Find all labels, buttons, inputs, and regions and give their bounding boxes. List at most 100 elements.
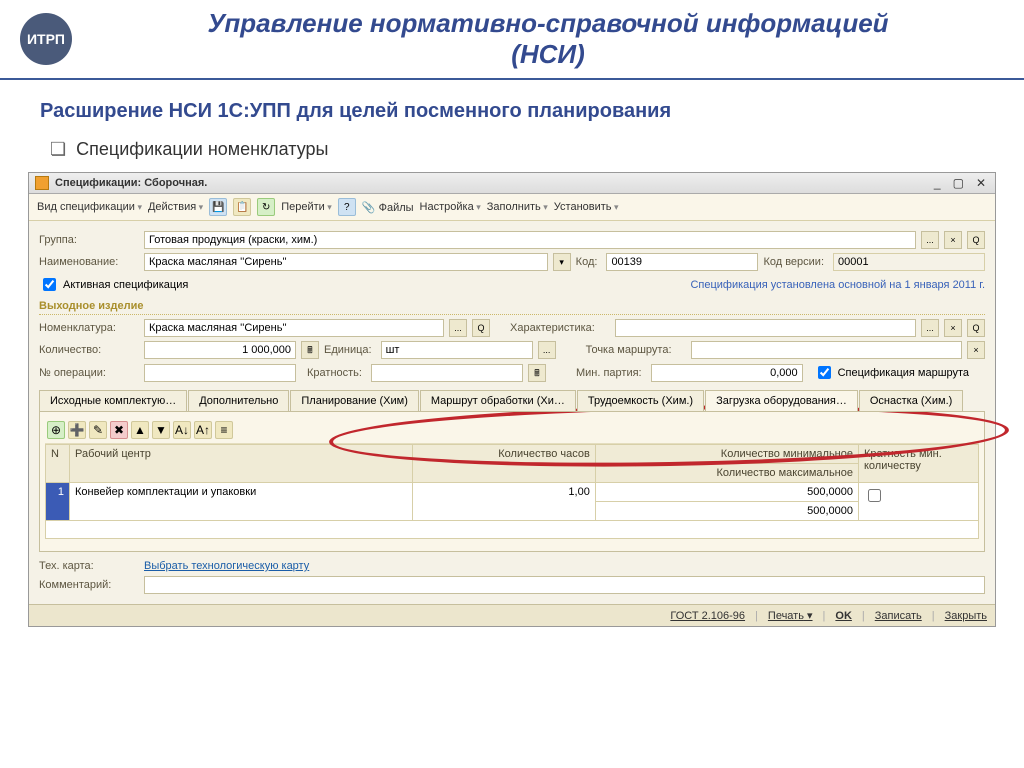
group-field[interactable] [144,231,916,249]
name-dd-button[interactable]: ▾ [553,253,571,271]
actions-menu[interactable]: Действия [148,201,203,213]
statusbar: ГОСТ 2.106-96 | Печать ▾ | OK | Записать… [29,604,995,626]
logo-icon: ИТРП [20,13,72,65]
multiplicity-field[interactable] [371,364,523,382]
spec-route-checkbox[interactable]: Спецификация маршрута [814,363,969,382]
tab-source-components[interactable]: Исходные комплектую… [39,390,187,411]
route-point-field[interactable] [691,341,962,359]
nomenclature-select-button[interactable]: ... [449,319,467,337]
characteristic-label: Характеристика: [510,322,610,334]
cell-max-qty: 500,0000 [595,502,858,521]
cell-n: 1 [46,483,70,521]
unit-select-button[interactable]: ... [538,341,556,359]
characteristic-clear-button[interactable]: × [944,319,962,337]
tab-panel: ⊕ ➕ ✎ ✖ ▲ ▼ A↓ A↑ ≡ N Рабочий центр Коли… [39,412,985,552]
tab-tooling[interactable]: Оснастка (Хим.) [859,390,963,411]
slide-bullet: Спецификации номенклатуры [0,133,1024,172]
spec-route-check-input[interactable] [818,366,831,379]
insert-row-icon[interactable]: ➕ [68,421,86,439]
quantity-field[interactable] [144,341,296,359]
table-row-empty[interactable] [46,521,979,539]
name-field[interactable] [144,253,548,271]
close-link[interactable]: Закрыть [945,610,987,622]
kratnost-checkbox[interactable] [868,489,881,502]
save-icon[interactable]: 💾 [209,198,227,216]
help-icon[interactable]: ? [338,198,356,216]
separator: | [932,610,935,622]
app-window: Спецификации: Сборочная. _ ▢ ✕ Вид специ… [28,172,996,627]
refresh-icon[interactable]: ↻ [257,198,275,216]
tab-additional[interactable]: Дополнительно [188,390,289,411]
tab-planning[interactable]: Планирование (Хим) [290,390,419,411]
table-row[interactable]: 1 Конвейер комплектации и упаковки 1,00 … [46,483,979,502]
save-button[interactable]: Записать [875,610,922,622]
multiplicity-calc-button[interactable]: 🖩 [528,364,546,382]
tab-processing-route[interactable]: Маршрут обработки (Хи… [420,390,576,411]
close-button[interactable]: ✕ [973,176,989,190]
nomenclature-field[interactable] [144,319,444,337]
list-icon[interactable]: ≡ [215,421,233,439]
comment-field[interactable] [144,576,985,594]
edit-row-icon[interactable]: ✎ [89,421,107,439]
multiplicity-label: Кратность: [307,367,362,379]
move-up-icon[interactable]: ▲ [131,421,149,439]
slide-title-line1: Управление нормативно-справочной информа… [207,8,888,38]
spec-type-menu[interactable]: Вид спецификации [37,201,142,213]
move-down-icon[interactable]: ▼ [152,421,170,439]
tab-equipment-load[interactable]: Загрузка оборудования… [705,390,858,411]
copy-icon[interactable]: 📋 [233,198,251,216]
bullet-text: Спецификации номенклатуры [76,139,328,159]
separator: | [823,610,826,622]
equipment-load-table: N Рабочий центр Количество часов Количес… [45,444,979,539]
quantity-label: Количество: [39,344,139,356]
name-label: Наименование: [39,256,139,268]
characteristic-select-button[interactable]: ... [921,319,939,337]
active-spec-checkbox[interactable]: Активная спецификация [39,275,188,294]
print-button[interactable]: Печать ▾ [768,609,813,622]
cell-hours: 1,00 [412,483,595,521]
cell-kratnost[interactable] [859,483,979,521]
window-titlebar: Спецификации: Сборочная. _ ▢ ✕ [29,173,995,194]
opnum-label: № операции: [39,367,139,379]
group-select-button[interactable]: ... [921,231,939,249]
route-point-clear-button[interactable]: × [967,341,985,359]
delete-row-icon[interactable]: ✖ [110,421,128,439]
nomenclature-open-button[interactable]: Q [472,319,490,337]
techmap-link[interactable]: Выбрать технологическую карту [144,560,309,572]
unit-field[interactable] [381,341,533,359]
group-open-button[interactable]: Q [967,231,985,249]
code-field[interactable] [606,253,758,271]
settings-menu[interactable]: Настройка [420,201,481,213]
status-note: Спецификация установлена основной на 1 я… [690,279,985,291]
cell-workcenter: Конвейер комплектации и упаковки [70,483,413,521]
add-row-icon[interactable]: ⊕ [47,421,65,439]
characteristic-field[interactable] [615,319,916,337]
slide-title-line2: (НСИ) [511,39,585,69]
files-menu[interactable]: 📎 Файлы [362,201,414,214]
window-icon [35,176,49,190]
slide-subtitle: Расширение НСИ 1С:УПП для целей посменно… [0,80,1024,133]
characteristic-open-button[interactable]: Q [967,319,985,337]
set-menu[interactable]: Установить [554,201,619,213]
quantity-calc-button[interactable]: 🖩 [301,341,319,359]
active-spec-check-input[interactable] [43,278,56,291]
minimize-button[interactable]: _ [931,176,944,190]
group-label: Группа: [39,234,139,246]
fill-menu[interactable]: Заполнить [487,201,548,213]
nomenclature-label: Номенклатура: [39,322,139,334]
group-clear-button[interactable]: × [944,231,962,249]
col-workcenter: Рабочий центр [70,445,413,483]
code-label: Код: [576,256,598,268]
maximize-button[interactable]: ▢ [950,176,967,190]
gost-link[interactable]: ГОСТ 2.106-96 [670,610,745,622]
sort-asc-icon[interactable]: A↓ [173,421,191,439]
ok-button[interactable]: OK [835,610,852,622]
opnum-field[interactable] [144,364,296,382]
spec-route-label: Спецификация маршрута [838,367,969,379]
goto-menu[interactable]: Перейти [281,201,332,213]
tabs: Исходные комплектую… Дополнительно Плани… [39,390,985,412]
minlot-field[interactable] [651,364,803,382]
sort-desc-icon[interactable]: A↑ [194,421,212,439]
toolbar: Вид спецификации Действия 💾 📋 ↻ Перейти … [29,194,995,221]
tab-labor[interactable]: Трудоемкость (Хим.) [577,390,704,411]
